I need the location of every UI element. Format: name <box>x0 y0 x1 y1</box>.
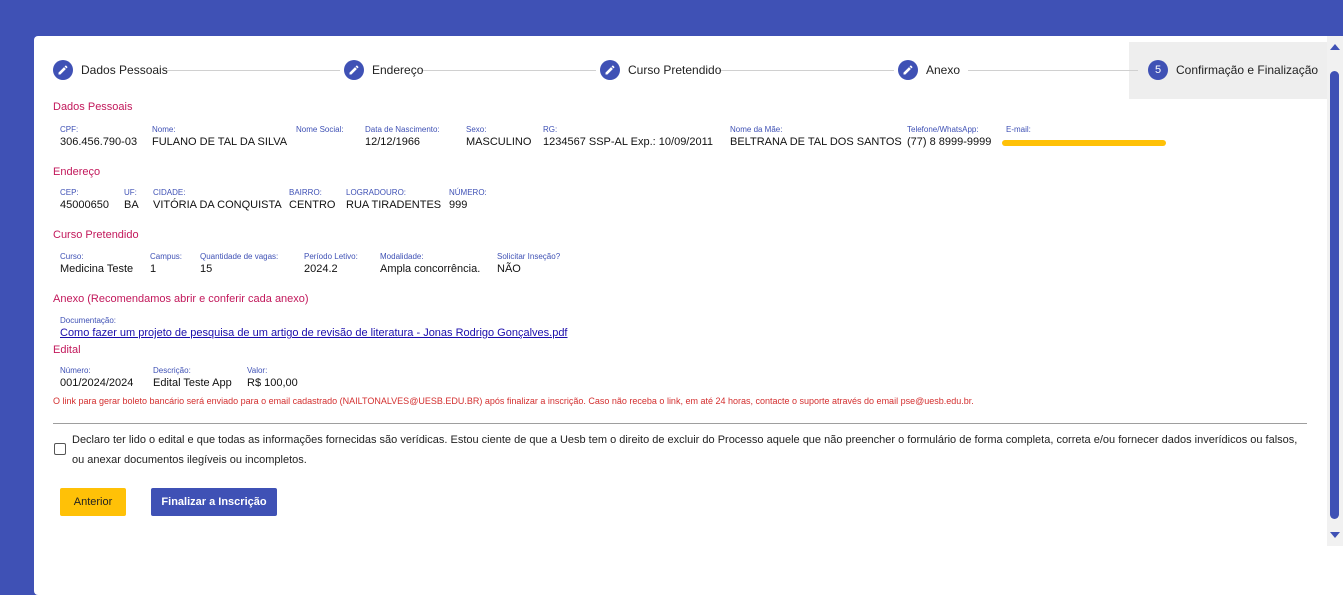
step-number: 5 <box>1148 60 1168 80</box>
field-nome: Nome: FULANO DE TAL DA SILVA <box>152 125 288 148</box>
divider <box>53 423 1307 424</box>
field-uf: UF: BA <box>124 188 139 211</box>
section-title-dados-pessoais: Dados Pessoais <box>53 101 133 113</box>
pencil-icon <box>344 60 364 80</box>
field-cidade: CIDADE: VITÓRIA DA CONQUISTA <box>153 188 282 211</box>
declaration-checkbox[interactable] <box>54 443 66 455</box>
field-campus: Campus: 1 <box>150 252 183 275</box>
field-documentacao: Documentação: Como fazer um projeto de p… <box>60 316 568 340</box>
finish-button[interactable]: Finalizar a Inscrição <box>151 488 277 516</box>
step-connector <box>422 70 596 71</box>
step-dados-pessoais[interactable]: Dados Pessoais <box>53 60 168 80</box>
field-edital-descricao: Descrição: Edital Teste App <box>153 366 232 389</box>
step-curso-pretendido[interactable]: Curso Pretendido <box>600 60 721 80</box>
form-card: Dados Pessoais Endereço Curso Pretendido… <box>34 36 1343 595</box>
field-solicitar-insecao: Solicitar Inseção? NÃO <box>497 252 561 275</box>
field-cep: CEP: 45000650 <box>60 188 109 211</box>
document-link[interactable]: Como fazer um projeto de pesquisa de um … <box>60 326 568 340</box>
step-label: Curso Pretendido <box>628 63 722 77</box>
pencil-icon <box>53 60 73 80</box>
boleto-notice: O link para gerar boleto bancário será e… <box>53 396 974 406</box>
field-numero: NÚMERO: 999 <box>449 188 487 211</box>
redacted-email-mark <box>1002 140 1166 146</box>
field-data-nascimento: Data de Nascimento: 12/12/1966 <box>365 125 440 148</box>
field-sexo: Sexo: MASCULINO <box>466 125 532 148</box>
step-connector <box>164 70 340 71</box>
step-connector <box>968 70 1138 71</box>
vertical-scrollbar[interactable] <box>1327 36 1343 546</box>
field-rg: RG: 1234567 SSP-AL Exp.: 10/09/2011 <box>543 125 714 148</box>
pencil-icon <box>600 60 620 80</box>
step-label: Confirmação e Finalização <box>1176 63 1319 77</box>
section-title-curso: Curso Pretendido <box>53 229 139 241</box>
step-confirmacao[interactable]: 5 Confirmação e Finalização <box>1148 60 1318 80</box>
field-edital-valor: Valor: R$ 100,00 <box>247 366 298 389</box>
field-nome-mae: Nome da Mãe: BELTRANA DE TAL DOS SANTOS <box>730 125 902 148</box>
scroll-down-arrow-icon[interactable] <box>1330 532 1340 538</box>
step-label: Endereço <box>372 63 424 77</box>
field-nome-social: Nome Social: <box>296 125 344 134</box>
field-logradouro: LOGRADOURO: RUA TIRADENTES <box>346 188 442 211</box>
step-connector <box>719 70 894 71</box>
step-label: Dados Pessoais <box>81 63 168 77</box>
previous-button[interactable]: Anterior <box>60 488 126 516</box>
field-telefone: Telefone/WhatsApp: (77) 8 8999-9999 <box>907 125 992 148</box>
step-label: Anexo <box>926 63 961 77</box>
scroll-thumb[interactable] <box>1330 71 1339 519</box>
section-title-anexo: Anexo (Recomendamos abrir e conferir cad… <box>53 293 309 305</box>
scroll-up-arrow-icon[interactable] <box>1330 44 1340 50</box>
section-title-edital: Edital <box>53 344 81 356</box>
stepper: Dados Pessoais Endereço Curso Pretendido… <box>34 36 1327 99</box>
field-email: E-mail: <box>1006 125 1031 134</box>
field-cpf: CPF: 306.456.790-03 <box>60 125 138 148</box>
field-bairro: BAIRRO: CENTRO <box>289 188 336 211</box>
step-anexo[interactable]: Anexo <box>898 60 960 80</box>
field-periodo-letivo: Período Letivo: 2024.2 <box>304 252 358 275</box>
field-modalidade: Modalidade: Ampla concorrência. <box>380 252 481 275</box>
field-curso: Curso: Medicina Teste <box>60 252 134 275</box>
declaration-text: Declaro ter lido o edital e que todas as… <box>72 434 1298 466</box>
field-quantidade-vagas: Quantidade de vagas: 15 <box>200 252 279 275</box>
pencil-icon <box>898 60 918 80</box>
section-title-endereco: Endereço <box>53 166 101 178</box>
step-endereco[interactable]: Endereço <box>344 60 423 80</box>
field-edital-numero: Número: 001/2024/2024 <box>60 366 134 389</box>
